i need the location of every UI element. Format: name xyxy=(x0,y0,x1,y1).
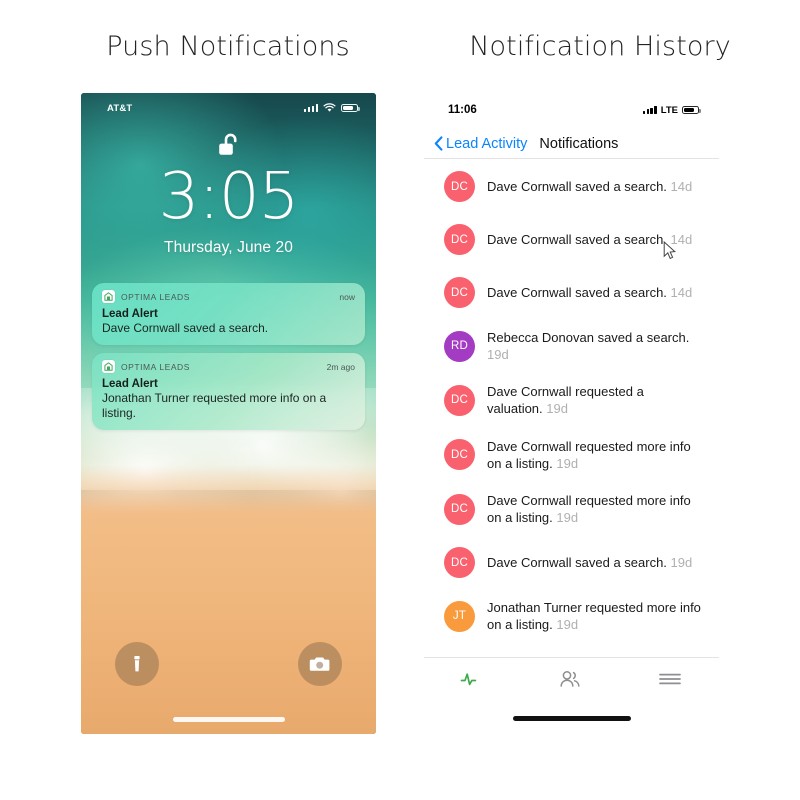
bottom-tab-bar xyxy=(424,657,719,700)
notification-row[interactable]: DC Dave Cornwall requested more info on a… xyxy=(424,428,719,482)
notification-timestamp: 19d xyxy=(666,555,693,571)
carrier-label: AT&T xyxy=(107,102,133,114)
notification-timestamp: 14d xyxy=(666,178,693,194)
banner-app-name: OPTIMA LEADS xyxy=(121,361,190,372)
banner-header: OPTIMA LEADS now xyxy=(102,290,355,303)
notification-history-phone-mockup: 11:06 LTE Lead Activity Notifications DC… xyxy=(424,93,719,734)
people-icon xyxy=(560,671,581,687)
notification-row[interactable]: DC Dave Cornwall saved a search. 14d xyxy=(424,160,719,213)
screen-title: Notifications xyxy=(539,135,619,152)
notification-message: Dave Cornwall saved a search. xyxy=(487,231,667,247)
status-bar-indicators xyxy=(303,103,360,113)
optima-leads-app-icon xyxy=(102,360,115,373)
chevron-left-icon xyxy=(434,136,443,151)
avatar: DC xyxy=(444,171,475,202)
avatar: DC xyxy=(444,277,475,308)
signal-bars-icon xyxy=(303,104,318,112)
notification-text: Dave Cornwall requested more info on a l… xyxy=(487,438,703,472)
page-title-notification-history: Notification History xyxy=(469,31,731,62)
optima-leads-app-icon xyxy=(102,290,115,303)
notification-text: Jonathan Turner requested more info on a… xyxy=(487,599,703,633)
notification-timestamp: 19d xyxy=(552,455,579,471)
notification-message: Rebecca Donovan saved a search. xyxy=(487,330,690,345)
notification-timestamp: 19d xyxy=(487,347,509,363)
activity-pulse-icon xyxy=(460,673,477,686)
notification-row[interactable]: DC Dave Cornwall saved a search. 14d xyxy=(424,213,719,266)
notification-timestamp: 19d xyxy=(552,617,579,633)
hamburger-menu-icon xyxy=(658,673,681,685)
signal-bars-icon xyxy=(642,106,657,114)
notification-text: Dave Cornwall saved a search. 14d xyxy=(487,284,692,301)
notification-row[interactable]: DC Dave Cornwall requested more info on a… xyxy=(424,482,719,536)
notification-message: Dave Cornwall requested more info on a l… xyxy=(487,438,691,471)
notification-timestamp: 19d xyxy=(552,510,579,526)
notification-row[interactable]: RD Rebecca Donovan saved a search. 19d xyxy=(424,319,719,373)
banner-timestamp: 2m ago xyxy=(326,361,355,372)
notification-message: Dave Cornwall requested more info on a l… xyxy=(487,492,691,526)
lock-screen-phone-mockup: AT&T 3:05 Thursday, June 20 OPTIMA LEADS… xyxy=(81,93,376,734)
lock-screen-quick-actions xyxy=(81,642,376,688)
notification-message: Dave Cornwall saved a search. xyxy=(487,178,667,194)
banner-timestamp: now xyxy=(339,291,355,302)
camera-button[interactable] xyxy=(298,642,342,686)
notification-text: Rebecca Donovan saved a search. 19d xyxy=(487,329,703,363)
notification-text: Dave Cornwall saved a search. 14d xyxy=(487,178,692,195)
lock-screen-status-bar: AT&T xyxy=(81,93,376,119)
flashlight-button[interactable] xyxy=(115,642,159,686)
lock-screen-date: Thursday, June 20 xyxy=(164,239,293,256)
notification-banner[interactable]: OPTIMA LEADS now Lead Alert Dave Cornwal… xyxy=(92,283,365,345)
app-status-bar: 11:06 LTE xyxy=(424,93,719,121)
screenshot-canvas: Push Notifications Notification History … xyxy=(0,0,800,800)
banner-app-name: OPTIMA LEADS xyxy=(121,291,190,302)
avatar: DC xyxy=(444,384,475,416)
notification-row[interactable]: JT Jonathan Turner requested more info on… xyxy=(424,589,719,643)
notification-row[interactable]: DC Dave Cornwall requested a valuation. 1… xyxy=(424,373,719,427)
back-button[interactable]: Lead Activity xyxy=(434,136,527,152)
avatar: DC xyxy=(444,224,475,255)
notification-timestamp: 19d xyxy=(542,401,568,417)
tab-contacts[interactable] xyxy=(522,670,620,688)
status-bar-time: 11:06 xyxy=(448,104,477,116)
back-button-label: Lead Activity xyxy=(446,135,528,152)
tab-menu[interactable] xyxy=(621,671,719,687)
banner-title: Lead Alert xyxy=(102,378,158,390)
tab-activity[interactable] xyxy=(424,671,522,687)
banner-header: OPTIMA LEADS 2m ago xyxy=(102,360,355,373)
battery-icon xyxy=(682,105,701,115)
wifi-icon xyxy=(323,103,336,112)
page-title-push-notifications: Push Notifications xyxy=(106,31,350,62)
notification-message: Dave Cornwall saved a search. xyxy=(487,284,667,300)
notification-banner-list: OPTIMA LEADS now Lead Alert Dave Cornwal… xyxy=(92,283,365,438)
home-indicator xyxy=(172,717,285,722)
navigation-bar: Lead Activity Notifications xyxy=(424,129,719,159)
avatar: DC xyxy=(444,439,475,471)
avatar: RD xyxy=(444,330,475,362)
notification-timestamp: 14d xyxy=(666,284,693,300)
notification-history-list[interactable]: DC Dave Cornwall saved a search. 14d DC Dav… xyxy=(424,160,719,658)
camera-icon xyxy=(309,657,330,671)
notification-message: Jonathan Turner requested more info on a… xyxy=(487,600,701,633)
avatar: DC xyxy=(444,547,475,579)
notification-row[interactable]: DC Dave Cornwall saved a search. 19d xyxy=(424,536,719,589)
notification-text: Dave Cornwall saved a search. 14d xyxy=(487,231,692,248)
lock-screen-clock: 3:05 xyxy=(158,160,300,234)
battery-icon xyxy=(341,103,360,113)
notification-row[interactable]: DC Dave Cornwall saved a search. 14d xyxy=(424,266,719,319)
notification-text: Dave Cornwall saved a search. 19d xyxy=(487,554,692,571)
flashlight-icon xyxy=(134,656,140,672)
notification-message: Dave Cornwall saved a search. xyxy=(487,555,667,571)
avatar: JT xyxy=(444,600,475,632)
network-type-label: LTE xyxy=(660,104,678,116)
banner-body: Jonathan Turner requested more info on a… xyxy=(102,391,327,420)
status-bar-indicators: LTE xyxy=(642,104,701,116)
banner-title: Lead Alert xyxy=(102,308,158,320)
notification-timestamp: 14d xyxy=(666,231,693,247)
notification-text: Dave Cornwall requested a valuation. 19d xyxy=(487,383,703,417)
home-indicator xyxy=(512,716,631,721)
banner-body: Dave Cornwall saved a search. xyxy=(102,321,269,335)
notification-banner[interactable]: OPTIMA LEADS 2m ago Lead Alert Jonathan … xyxy=(92,353,365,430)
avatar: DC xyxy=(444,493,475,525)
notification-text: Dave Cornwall requested more info on a l… xyxy=(487,492,703,526)
